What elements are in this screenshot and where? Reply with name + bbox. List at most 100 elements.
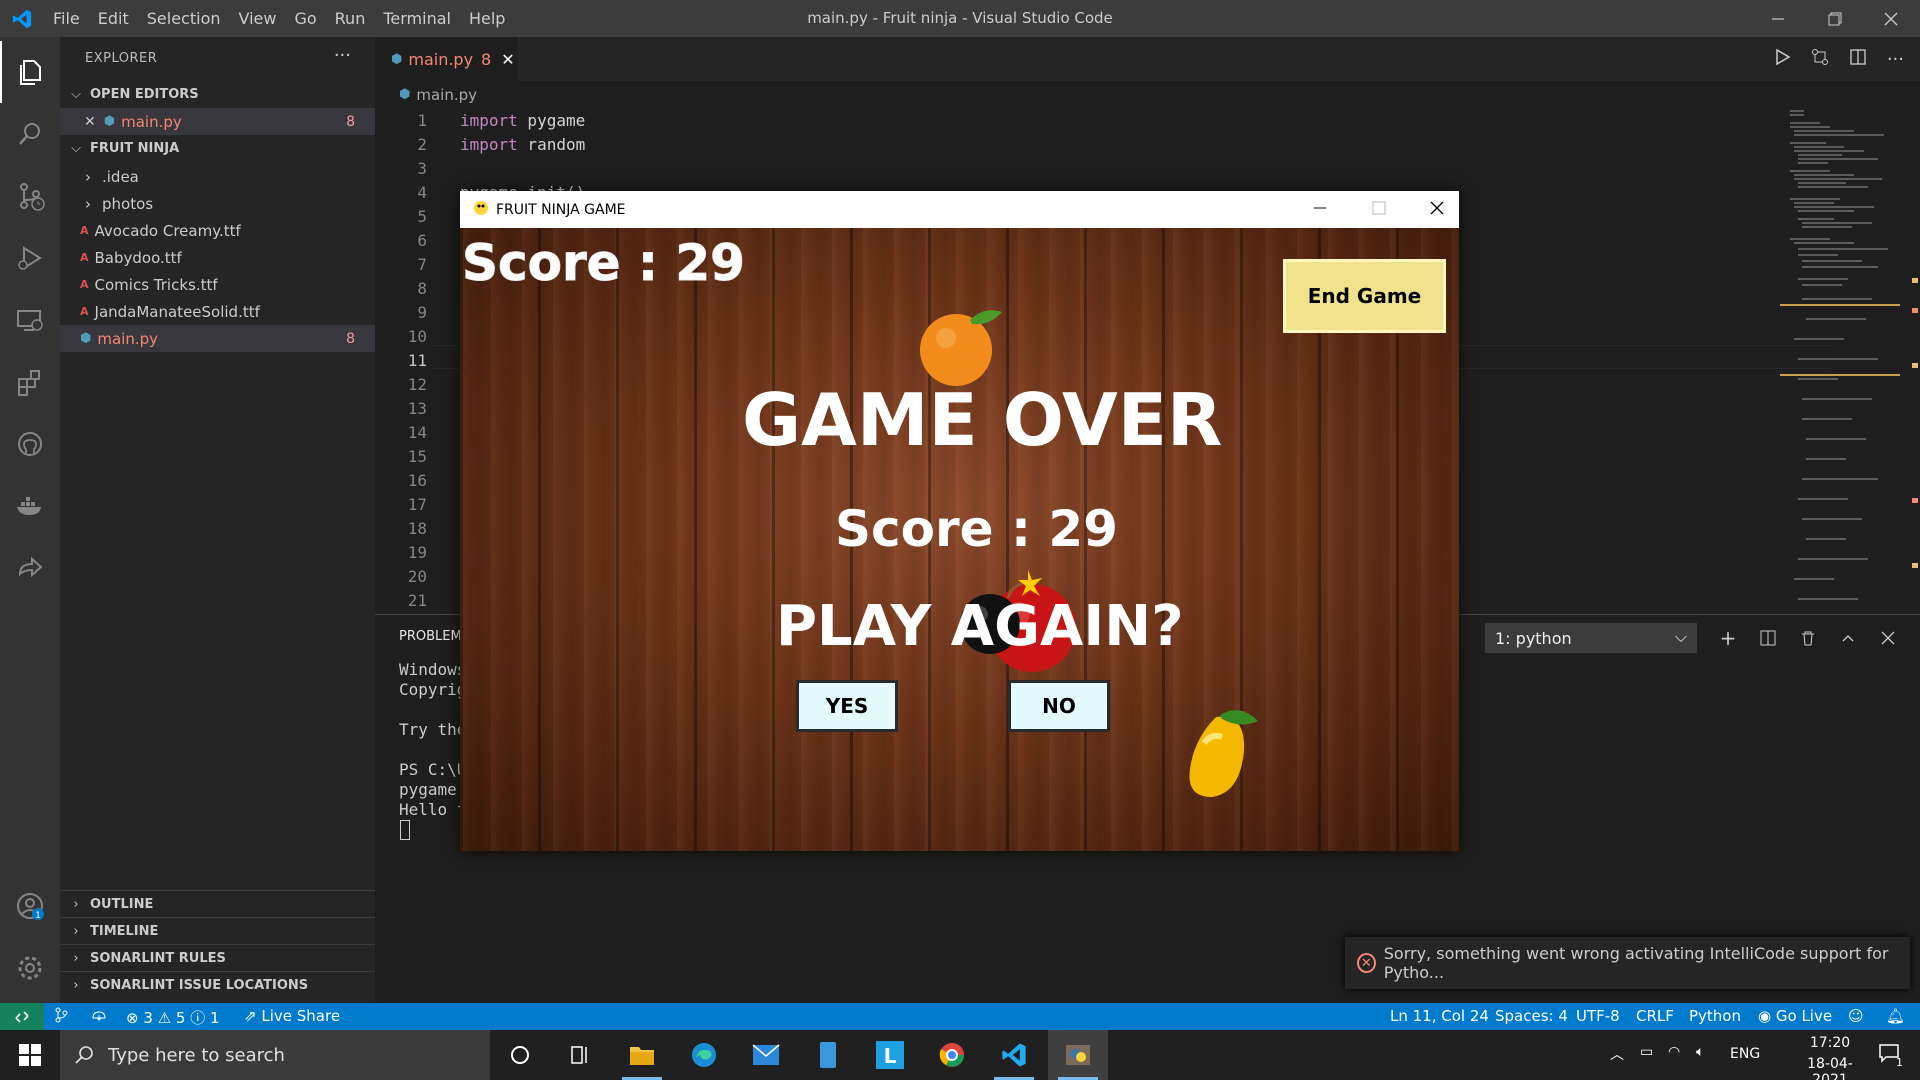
search-icon[interactable] — [0, 103, 60, 165]
scrollbar[interactable] — [1908, 108, 1920, 614]
live-share-icon[interactable] — [0, 537, 60, 599]
more-actions-icon[interactable]: ··· — [334, 45, 351, 66]
game-maximize-button[interactable] — [1372, 201, 1386, 219]
cortana-icon[interactable] — [490, 1030, 550, 1080]
wifi-icon[interactable]: ◠ — [1668, 1044, 1680, 1060]
game-minimize-button[interactable] — [1313, 201, 1327, 219]
accounts-icon[interactable]: 1 — [0, 875, 60, 937]
more-actions-icon[interactable]: ··· — [1887, 49, 1904, 70]
indentation[interactable]: Spaces: 4 — [1495, 1007, 1568, 1025]
mail-icon[interactable] — [736, 1030, 796, 1080]
close-icon[interactable]: ✕ — [84, 114, 96, 130]
sonarlint-issue-locations-section[interactable]: › SONARLINT ISSUE LOCATIONS — [60, 971, 375, 998]
clock-time[interactable]: 17:20 — [1790, 1035, 1870, 1051]
problems-status[interactable]: ⊗ 3 ⚠ 5 ⓘ 1 — [126, 1007, 220, 1028]
compare-changes-icon[interactable] — [1811, 48, 1829, 70]
trash-icon[interactable] — [1795, 625, 1821, 651]
sonarlint-rules-section[interactable]: › SONARLINT RULES — [60, 944, 375, 971]
menu-terminal[interactable]: Terminal — [374, 9, 460, 28]
split-editor-icon[interactable] — [1849, 48, 1867, 70]
title-bar: File Edit Selection View Go Run Terminal… — [0, 0, 1920, 37]
menu-file[interactable]: File — [44, 9, 89, 28]
font-file-icon: A — [80, 224, 89, 237]
edge-browser-icon[interactable] — [674, 1030, 734, 1080]
tray-chevron-up-icon[interactable]: ︿ — [1610, 1044, 1624, 1064]
no-button[interactable]: NO — [1008, 680, 1110, 732]
language-mode[interactable]: Python — [1689, 1007, 1741, 1025]
source-control-icon[interactable] — [0, 165, 60, 227]
tree-item-font[interactable]: A Comics Tricks.ttf — [60, 271, 375, 298]
extensions-icon[interactable] — [0, 351, 60, 413]
volume-icon[interactable]: 🔈︎ — [1696, 1044, 1704, 1060]
phone-app-icon[interactable] — [798, 1030, 858, 1080]
close-tab-icon[interactable]: ✕ — [501, 50, 514, 69]
maximize-panel-icon[interactable] — [1835, 625, 1861, 651]
close-panel-icon[interactable] — [1875, 625, 1901, 651]
minimize-button[interactable] — [1749, 0, 1807, 37]
timeline-section[interactable]: › TIMELINE — [60, 917, 375, 944]
run-debug-icon[interactable] — [0, 227, 60, 289]
github-icon[interactable] — [0, 413, 60, 475]
menu-go[interactable]: Go — [285, 9, 325, 28]
file-explorer-icon[interactable] — [612, 1030, 672, 1080]
windows-taskbar: Type here to search L ︿ ▭ ◠ 🔈︎ ENG 17:20… — [0, 1030, 1920, 1080]
tab-main-py[interactable]: ⬢ main.py 8 ✕ — [375, 37, 518, 81]
split-terminal-icon[interactable] — [1755, 625, 1781, 651]
language-indicator[interactable]: ENG — [1730, 1046, 1760, 1062]
windows-start-icon[interactable] — [0, 1030, 60, 1080]
tree-item-font[interactable]: A Babydoo.ttf — [60, 244, 375, 271]
close-window-button[interactable] — [1862, 0, 1920, 37]
error-notification[interactable]: ✕ Sorry, something went wrong activating… — [1345, 937, 1910, 989]
live-share-status[interactable]: ⇗ Live Share — [244, 1007, 340, 1025]
cursor-position[interactable]: Ln 11, Col 24 — [1390, 1007, 1489, 1025]
remote-indicator-icon[interactable] — [0, 1003, 44, 1030]
notifications-bell-icon[interactable]: 🔔︎ — [1886, 1007, 1905, 1025]
outline-section[interactable]: › OUTLINE — [60, 890, 375, 917]
docker-icon[interactable] — [0, 475, 60, 537]
vscode-taskbar-icon[interactable] — [984, 1030, 1044, 1080]
project-section[interactable]: ⌵ FRUIT NINJA — [60, 135, 375, 162]
end-of-line[interactable]: CRLF — [1636, 1007, 1674, 1025]
remote-explorer-icon[interactable] — [0, 289, 60, 351]
open-editors-section[interactable]: ⌵ OPEN EDITORS — [60, 81, 375, 108]
game-close-button[interactable] — [1430, 201, 1444, 219]
menu-view[interactable]: View — [230, 9, 286, 28]
feedback-icon[interactable]: ☺ — [1848, 1007, 1864, 1025]
encoding[interactable]: UTF-8 — [1576, 1007, 1620, 1025]
line-number: 6 — [417, 231, 427, 250]
chrome-icon[interactable] — [922, 1030, 982, 1080]
yes-button[interactable]: YES — [796, 680, 898, 732]
go-live-button[interactable]: ◉ Go Live — [1758, 1007, 1832, 1025]
git-branch-icon[interactable] — [54, 1007, 68, 1027]
tree-item-main-py[interactable]: ⬢ main.py 8 — [60, 325, 375, 352]
open-editor-item[interactable]: ✕ ⬢ main.py 8 — [60, 108, 375, 135]
restore-button[interactable] — [1806, 0, 1864, 37]
tree-item-idea[interactable]: › .idea — [60, 163, 375, 190]
app-l-icon[interactable]: L — [860, 1030, 920, 1080]
tree-item-font[interactable]: A Avocado Creamy.ttf — [60, 217, 375, 244]
run-file-icon[interactable] — [1773, 48, 1791, 70]
task-view-icon[interactable] — [550, 1030, 610, 1080]
tree-item-font[interactable]: A JandaManateeSolid.ttf — [60, 298, 375, 325]
tree-item-label: Babydoo.ttf — [94, 248, 182, 267]
taskbar-search-input[interactable]: Type here to search — [60, 1030, 490, 1080]
mango-fruit-icon — [1189, 710, 1258, 797]
battery-icon[interactable]: ▭ — [1640, 1044, 1653, 1060]
terminal-select[interactable]: 1: python ⌵ — [1485, 623, 1697, 653]
tree-item-photos[interactable]: › photos — [60, 190, 375, 217]
breadcrumb-file[interactable]: main.py — [416, 86, 477, 104]
python-game-taskbar-icon[interactable] — [1048, 1030, 1108, 1080]
explorer-icon[interactable] — [0, 41, 60, 103]
manage-gear-icon[interactable] — [0, 937, 60, 999]
end-game-button[interactable]: End Game — [1283, 259, 1446, 333]
menu-run[interactable]: Run — [326, 9, 375, 28]
sync-icon[interactable] — [90, 1007, 108, 1027]
breadcrumb[interactable]: ⬢ main.py — [375, 81, 1775, 108]
menu-help[interactable]: Help — [460, 9, 514, 28]
minimap[interactable] — [1780, 108, 1900, 614]
clock-date[interactable]: 18-04-2021 — [1790, 1056, 1870, 1080]
game-canvas[interactable]: Score : 29 End Game GAME OVER Score : 29… — [460, 228, 1459, 851]
menu-selection[interactable]: Selection — [138, 9, 230, 28]
new-terminal-icon[interactable]: + — [1715, 625, 1741, 651]
menu-edit[interactable]: Edit — [89, 9, 138, 28]
